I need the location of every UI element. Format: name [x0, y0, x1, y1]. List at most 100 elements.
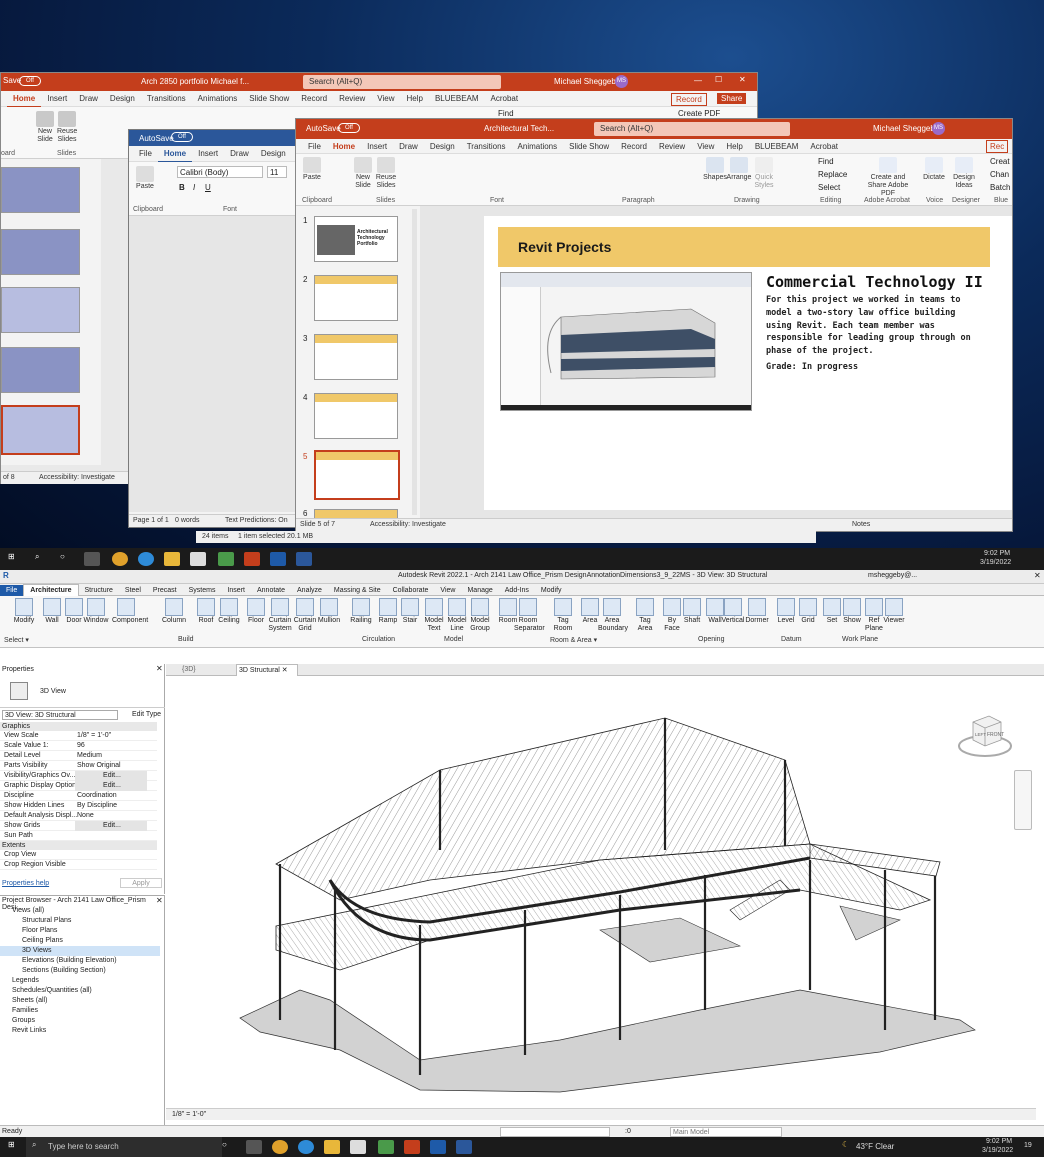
ribbon-panel-label[interactable]: Circulation: [362, 636, 395, 643]
properties-help-link[interactable]: Properties help: [2, 880, 49, 887]
dictate-button[interactable]: Dictate: [922, 157, 946, 182]
tab-insert[interactable]: Insert: [41, 91, 73, 106]
tab-draw[interactable]: Draw: [393, 139, 424, 154]
tab-acrobat[interactable]: Acrobat: [804, 139, 844, 154]
tab-acrobat[interactable]: Acrobat: [485, 91, 525, 106]
property-row[interactable]: Sun Path: [0, 831, 157, 841]
browser-item[interactable]: Groups: [0, 1016, 160, 1026]
ribbon-panel-label[interactable]: Opening: [698, 636, 724, 643]
slide-thumbnail-selected[interactable]: [1, 405, 80, 455]
workset-select[interactable]: [500, 1127, 610, 1137]
viewcube[interactable]: LEFT FRONT: [955, 708, 1015, 760]
tab-animations[interactable]: Animations: [512, 139, 564, 154]
paste-button[interactable]: Paste: [301, 157, 323, 182]
app-icon[interactable]: [378, 1140, 394, 1154]
property-value[interactable]: Edit...: [75, 781, 147, 791]
find-button[interactable]: Find: [498, 109, 514, 118]
property-row[interactable]: Graphic Display Options Edit...: [0, 781, 157, 791]
tab-add-ins[interactable]: Add-Ins: [499, 585, 535, 596]
tab-animations[interactable]: Animations: [192, 91, 244, 106]
underline-button[interactable]: U: [205, 183, 211, 192]
design-option-select[interactable]: Main Model: [670, 1127, 782, 1137]
tab-home[interactable]: Home: [157, 146, 193, 163]
clock-time[interactable]: 9:02 PM: [986, 1138, 1012, 1145]
taskbar-search[interactable]: ⌕ Type here to search: [26, 1137, 222, 1157]
cortana-icon[interactable]: ○: [60, 552, 65, 561]
graphics-section[interactable]: Graphics: [0, 722, 157, 731]
avatar[interactable]: MS: [932, 122, 945, 135]
revit-icon[interactable]: [430, 1140, 446, 1154]
tab-insert[interactable]: Insert: [361, 139, 393, 154]
close-icon[interactable]: ✕: [156, 896, 163, 905]
revit-app-icon[interactable]: R: [3, 571, 9, 580]
tab-record[interactable]: Record: [295, 91, 333, 106]
current-slide[interactable]: Revit Projects Commercial Technology II …: [484, 216, 1012, 510]
record-button[interactable]: Record: [671, 93, 707, 106]
store-icon[interactable]: [190, 552, 206, 566]
ribbon-button-modify[interactable]: Modify: [10, 598, 38, 625]
file-explorer-icon[interactable]: [324, 1140, 340, 1154]
shapes-button[interactable]: Shapes: [702, 157, 728, 182]
tab-review[interactable]: Review: [333, 91, 371, 106]
property-row[interactable]: Crop View: [0, 850, 157, 860]
edge-icon[interactable]: [298, 1140, 314, 1154]
create-pdf-button[interactable]: Create PDF: [678, 109, 720, 118]
revit-screenshot-image[interactable]: [500, 272, 752, 411]
minimize-icon[interactable]: —: [694, 76, 702, 85]
reuse-slides-button[interactable]: Reuse Slides: [57, 111, 77, 144]
property-row[interactable]: Scale Value 1: 96: [0, 741, 157, 751]
browser-item[interactable]: Views (all): [0, 906, 160, 916]
chrome-icon[interactable]: [112, 552, 128, 566]
tab-help[interactable]: Help: [401, 91, 429, 106]
tab-file[interactable]: File: [133, 146, 158, 161]
ribbon-button-component[interactable]: Component: [112, 598, 148, 625]
search-box[interactable]: Search (Alt+Q): [594, 122, 790, 136]
ribbon-button-room-separator[interactable]: Room Separator: [514, 598, 545, 633]
tab-file[interactable]: File: [302, 139, 327, 154]
notification-badge[interactable]: 19: [1024, 1142, 1032, 1149]
accessibility-status[interactable]: Accessibility: Investigate: [39, 474, 115, 481]
slide-thumbnail-4[interactable]: [314, 393, 398, 439]
type-selector[interactable]: 3D View: [0, 676, 165, 708]
tab-view[interactable]: View: [371, 91, 400, 106]
tab-insert[interactable]: Insert: [221, 585, 251, 596]
view-tab-3d-structural[interactable]: 3D Structural ✕: [236, 664, 298, 676]
tab-architecture[interactable]: Architecture: [23, 584, 79, 596]
slide-thumbnail[interactable]: [1, 167, 80, 213]
tab-annotate[interactable]: Annotate: [251, 585, 291, 596]
select-button[interactable]: Select: [818, 183, 840, 192]
tab-transitions[interactable]: Transitions: [141, 91, 192, 106]
slide-thumbnail-6[interactable]: [314, 509, 398, 518]
powerpoint-icon[interactable]: [404, 1140, 420, 1154]
close-icon[interactable]: ✕: [156, 664, 163, 673]
browser-item[interactable]: 3D Views: [0, 946, 160, 956]
close-icon[interactable]: ✕: [1034, 571, 1041, 580]
ribbon-button-column[interactable]: Column: [160, 598, 188, 625]
file-explorer-icon[interactable]: [164, 552, 180, 566]
property-value[interactable]: Edit...: [75, 771, 147, 781]
start-icon[interactable]: ⊞: [8, 552, 15, 561]
new-slide-button[interactable]: New Slide: [352, 157, 374, 190]
search-box[interactable]: Search (Alt+Q): [303, 75, 501, 89]
navigation-bar[interactable]: [1014, 770, 1032, 830]
autosave-toggle[interactable]: Off: [338, 123, 360, 133]
slide-thumbnail-3[interactable]: [314, 334, 398, 380]
edge-icon[interactable]: [138, 552, 154, 566]
tab-help[interactable]: Help: [720, 139, 748, 154]
browser-item[interactable]: Ceiling Plans: [0, 936, 160, 946]
property-row[interactable]: Detail Level Medium: [0, 751, 157, 761]
powerpoint-window-front[interactable]: AutoSave Off Architectural Tech... Searc…: [295, 118, 1013, 532]
tab-record[interactable]: Record: [615, 139, 653, 154]
tab-insert[interactable]: Insert: [192, 146, 224, 161]
ribbon-button-ceiling[interactable]: Ceiling: [215, 598, 243, 625]
ribbon-button-tag-room[interactable]: Tag Room: [549, 598, 577, 633]
property-row[interactable]: Show Hidden Lines By Discipline: [0, 801, 157, 811]
app-icon[interactable]: [350, 1140, 366, 1154]
close-icon[interactable]: ✕: [739, 75, 746, 84]
3d-view-canvas[interactable]: [166, 676, 1036, 1108]
weather-text[interactable]: 43°F Clear: [856, 1142, 894, 1151]
autosave-toggle[interactable]: Off: [19, 76, 41, 86]
tab-design[interactable]: Design: [255, 146, 292, 161]
tab-slide-show[interactable]: Slide Show: [243, 91, 295, 106]
tab-bluebeam[interactable]: BLUEBEAM: [429, 91, 485, 106]
